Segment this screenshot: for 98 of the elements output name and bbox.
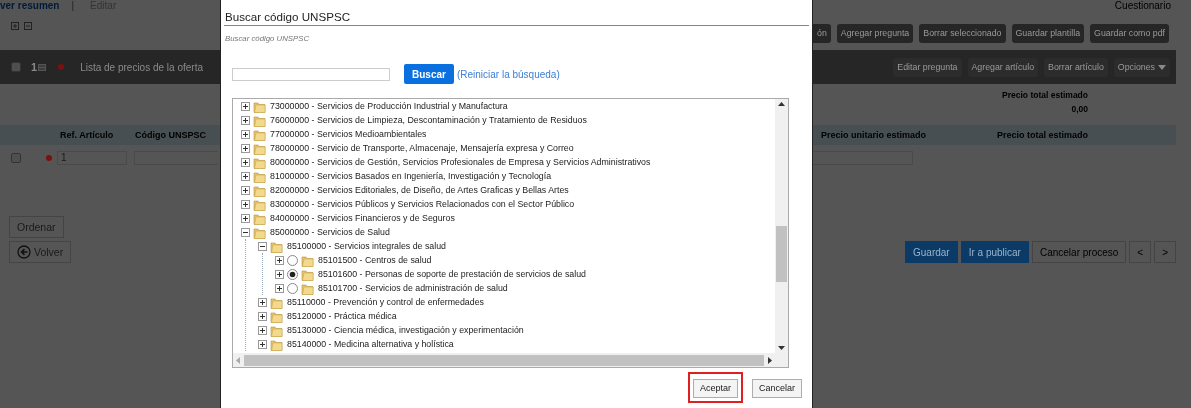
radio-button[interactable] [287,282,298,294]
expand-icon[interactable] [275,283,284,293]
column-header: Ref. Artículo [60,130,115,140]
column-header: Precio unitario estimado [821,130,927,140]
total-value: 0,00 [1071,104,1088,114]
column-header: Precio total estimado [996,130,1088,140]
tree-item[interactable]: 73000000 - Servicios de Producción Industrial y Manufactura [270,101,508,111]
radio-button[interactable] [287,254,298,266]
folder-icon [270,295,283,309]
tree-item[interactable]: 85120000 - Práctica médica [287,311,397,321]
scroll-up-icon[interactable] [778,102,785,106]
section-title: Lista de precios de la oferta [80,61,203,73]
tree-item[interactable]: 85140000 - Medicina alternativa y holística [287,339,454,349]
horizontal-scrollbar[interactable] [233,353,775,367]
expand-icon[interactable] [258,297,267,307]
scroll-down-icon[interactable] [778,346,785,350]
tree-item[interactable]: 80000000 - Servicios de Gestión, Servicios Profesionales de Empresa y Servicios Administrativos [270,157,651,167]
folder-icon [270,337,283,351]
section-checkbox[interactable] [11,62,21,72]
folder-icon [253,141,266,155]
toolbar-button[interactable]: Guardar plantilla [1011,23,1085,43]
reset-search-link[interactable]: (Reiniciar la búsqueda) [456,68,560,80]
tree-item[interactable]: 85101700 - Servicios de administración de salud [318,283,508,293]
folder-icon [253,183,266,197]
expand-icon[interactable] [241,199,250,209]
collapse-icon[interactable] [241,227,250,237]
tree-item[interactable]: 83000000 - Servicios Públicos y Servicios Relacionados con el Sector Público [270,199,575,209]
tree-item[interactable]: 77000000 - Servicios Medioambientales [270,129,427,139]
vertical-scrollbar[interactable] [775,99,788,353]
folder-icon [253,211,266,225]
folder-icon [253,127,266,141]
folder-icon [253,99,266,113]
folder-icon [270,309,283,323]
section-button[interactable]: Opciones [1113,57,1170,77]
toolbar-button[interactable]: Borrar seleccionado [919,23,1006,43]
expand-icon[interactable] [275,255,284,265]
folder-icon [253,169,266,183]
column-header: Código UNSPSC [135,130,206,140]
toolbar-button[interactable]: Guardar como pdf [1090,23,1169,43]
status-dot [46,155,52,161]
tree-item[interactable]: 84000000 - Servicios Financieros y de Seguros [270,213,455,223]
expand-icon[interactable] [258,311,267,321]
scroll-thumb[interactable] [776,226,787,282]
scroll-thumb[interactable] [244,354,764,366]
folder-icon [301,281,314,295]
expand-icon[interactable] [241,213,250,223]
expand-icon[interactable] [241,115,250,125]
expand-icon[interactable] [258,339,267,349]
tree-item[interactable]: 85101600 - Personas de soporte de prestación de servicios de salud [318,269,586,279]
expand-icon[interactable] [241,157,250,167]
tree-item[interactable]: 85110000 - Prevención y control de enfermedades [287,297,484,307]
row-checkbox[interactable] [11,153,21,163]
expand-icon[interactable] [241,171,250,181]
separator-text: | [71,0,75,11]
section-button[interactable]: Editar pregunta [893,57,962,77]
page-title: Cuestionario [1113,0,1172,13]
scroll-right-icon[interactable] [768,356,772,364]
expand-icon[interactable] [275,269,284,279]
action-button[interactable]: Ir a publicar [960,241,1029,263]
expand-icon[interactable] [241,185,250,195]
folder-icon [253,113,266,127]
folder-icon [301,253,314,267]
folder-icon [253,155,266,169]
expand-icon[interactable] [241,129,250,139]
folder-icon [301,267,314,281]
tree-item[interactable]: 81000000 - Servicios Basados en Ingeniería, Investigación y Tecnología [270,171,552,181]
tree-item[interactable]: 82000000 - Servicios Editoriales, de Diseño, de Artes Graficas y Bellas Artes [270,185,569,195]
tree-item[interactable]: 85101500 - Centros de salud [318,255,432,265]
tree-item[interactable]: 85130000 - Ciencia médica, investigación y experimentación [287,325,524,335]
accept-button[interactable]: Aceptar [692,378,738,398]
folder-icon [253,197,266,211]
total-label: Precio total estimado [1002,90,1088,100]
tree-item[interactable]: 85000000 - Servicios de Salud [270,227,390,237]
caret-icon [1158,64,1166,70]
tree-item[interactable]: 76000000 - Servicios de Limpieza, Descontaminación y Tratamiento de Residuos [270,115,587,125]
cancel-button[interactable]: Cancelar [751,378,802,398]
toolbar-button[interactable]: ón [813,23,831,43]
folder-icon [253,225,266,239]
back-arrow-icon [17,245,31,259]
tree-item[interactable]: 78000000 - Servicio de Transporte, Almacenaje, Mensajería expresa y Correo [270,143,574,153]
status-dot [58,64,65,70]
dialog-title: Buscar código UNSPSC [224,0,809,26]
action-button[interactable]: Guardar [905,241,958,263]
expand-icon[interactable] [258,325,267,335]
section-button[interactable]: Agregar artículo [967,57,1039,77]
radio-button[interactable] [287,268,298,280]
expand-icon[interactable] [241,101,250,111]
expand-icon[interactable] [241,143,250,153]
collapse-icon[interactable] [258,241,267,251]
price-field[interactable] [813,151,913,165]
folder-icon [270,239,283,253]
section-button[interactable]: Borrar artículo [1044,57,1108,77]
toolbar-button[interactable]: Agregar pregunta [836,23,914,43]
tree-item[interactable]: 85100000 - Servicios integrales de salud [287,241,446,251]
search-button[interactable]: Buscar [404,64,454,84]
search-field[interactable] [232,67,390,81]
folder-icon [270,323,283,337]
section-number: 1 [31,61,38,73]
